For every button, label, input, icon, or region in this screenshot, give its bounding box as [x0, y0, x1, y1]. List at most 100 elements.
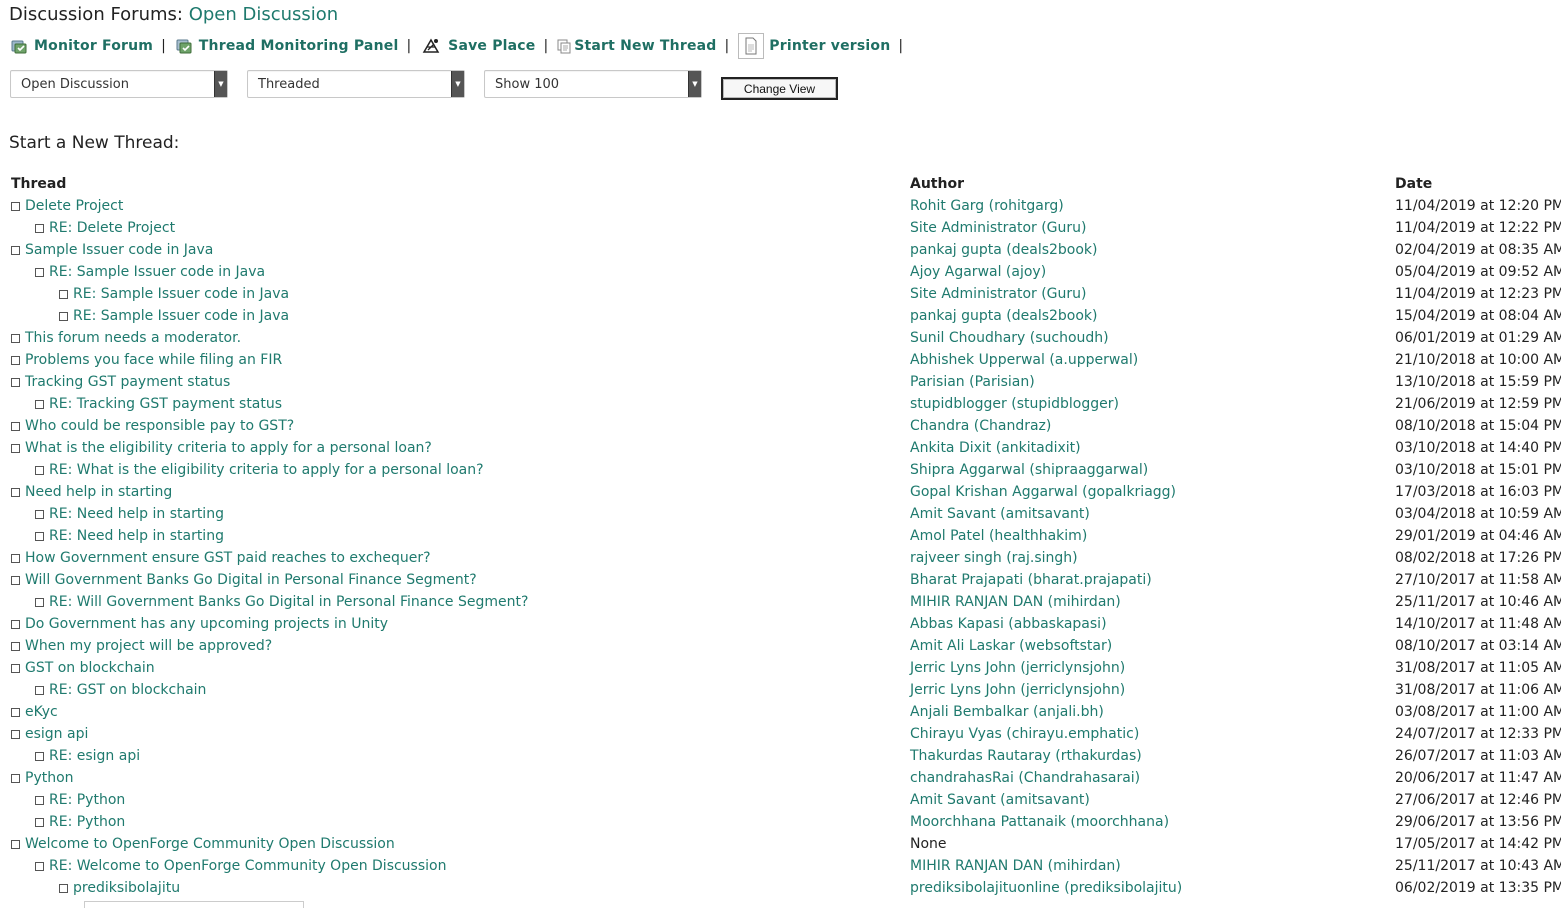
thread-toggle-checkbox[interactable] — [11, 334, 20, 343]
thread-title-link[interactable]: RE: Welcome to OpenForge Community Open … — [49, 858, 446, 874]
thread-title-link[interactable]: RE: Need help in starting — [49, 528, 224, 544]
thread-title-link[interactable]: RE: Python — [49, 814, 125, 830]
thread-toggle-checkbox[interactable] — [11, 730, 20, 739]
thread-toggle-checkbox[interactable] — [11, 774, 20, 783]
thread-toggle-checkbox[interactable] — [35, 466, 44, 475]
thread-title-link[interactable]: When my project will be approved? — [25, 638, 272, 654]
printer-version-link[interactable]: Printer version — [738, 33, 890, 59]
thread-toggle-checkbox[interactable] — [59, 312, 68, 321]
thread-title-link[interactable]: RE: esign api — [49, 748, 140, 764]
thread-toggle-checkbox[interactable] — [35, 532, 44, 541]
thread-toggle-checkbox[interactable] — [11, 708, 20, 717]
thread-title-link[interactable]: Do Government has any upcoming projects … — [25, 616, 388, 632]
thread-title-link[interactable]: This forum needs a moderator. — [25, 330, 241, 346]
thread-author[interactable]: Chirayu Vyas (chirayu.emphatic) — [910, 726, 1139, 742]
thread-toggle-checkbox[interactable] — [35, 224, 44, 233]
thread-author[interactable]: Gopal Krishan Aggarwal (gopalkriagg) — [910, 484, 1176, 500]
thread-title-link[interactable]: Who could be responsible pay to GST? — [25, 418, 294, 434]
thread-author[interactable]: prediksibolajituonline (prediksibolajitu… — [910, 880, 1182, 896]
thread-title-link[interactable]: Delete Project — [25, 198, 123, 214]
thread-toggle-checkbox[interactable] — [11, 840, 20, 849]
thread-title-link[interactable]: Tracking GST payment status — [25, 374, 230, 390]
thread-author[interactable]: Site Administrator (Guru) — [910, 220, 1087, 236]
thread-title-link[interactable]: RE: Tracking GST payment status — [49, 396, 282, 412]
thread-title-link[interactable]: RE: Sample Issuer code in Java — [49, 264, 265, 280]
thread-toggle-checkbox[interactable] — [11, 246, 20, 255]
thread-toggle-checkbox[interactable] — [35, 862, 44, 871]
thread-toggle-checkbox[interactable] — [11, 620, 20, 629]
thread-title-link[interactable]: RE: Sample Issuer code in Java — [73, 286, 289, 302]
thread-author[interactable]: Abhishek Upperwal (a.upperwal) — [910, 352, 1138, 368]
thread-toggle-checkbox[interactable] — [35, 510, 44, 519]
thread-title-link[interactable]: RE: Need help in starting — [49, 506, 224, 522]
thread-toggle-checkbox[interactable] — [35, 268, 44, 277]
thread-author[interactable]: Bharat Prajapati (bharat.prajapati) — [910, 572, 1152, 588]
thread-toggle-checkbox[interactable] — [35, 400, 44, 409]
thread-author[interactable]: chandrahasRai (Chandrahasarai) — [910, 770, 1140, 786]
thread-title-link[interactable]: eKyc — [25, 704, 58, 720]
thread-author[interactable]: Amol Patel (healthhakim) — [910, 528, 1087, 544]
thread-title-link[interactable]: RE: Delete Project — [49, 220, 175, 236]
page-size-select[interactable]: Show 100 ▼ — [484, 70, 702, 98]
thread-toggle-checkbox[interactable] — [35, 752, 44, 761]
thread-title-link[interactable]: Problems you face while filing an FIR — [25, 352, 282, 368]
thread-author[interactable]: Amit Savant (amitsavant) — [910, 506, 1090, 522]
thread-title-link[interactable]: What is the eligibility criteria to appl… — [25, 440, 432, 456]
thread-title-link[interactable]: Python — [25, 770, 74, 786]
thread-author[interactable]: Jerric Lyns John (jerriclynsjohn) — [910, 660, 1125, 676]
thread-author[interactable]: Ankita Dixit (ankitadixit) — [910, 440, 1081, 456]
thread-toggle-checkbox[interactable] — [11, 664, 20, 673]
thread-title-link[interactable]: Need help in starting — [25, 484, 172, 500]
thread-toggle-checkbox[interactable] — [59, 884, 68, 893]
thread-author[interactable]: Shipra Aggarwal (shipraaggarwal) — [910, 462, 1148, 478]
thread-author[interactable]: pankaj gupta (deals2book) — [910, 308, 1098, 324]
thread-author[interactable]: Sunil Choudhary (suchoudh) — [910, 330, 1109, 346]
thread-author[interactable]: Thakurdas Rautaray (rthakurdas) — [910, 748, 1142, 764]
forum-select[interactable]: Open Discussion ▼ — [10, 70, 228, 98]
thread-title-link[interactable]: RE: Sample Issuer code in Java — [73, 308, 289, 324]
monitor-forum-link[interactable]: Monitor Forum — [10, 37, 153, 55]
save-place-link[interactable]: Save Place — [420, 37, 535, 55]
thread-author[interactable]: Chandra (Chandraz) — [910, 418, 1051, 434]
thread-title-link[interactable]: esign api — [25, 726, 88, 742]
thread-toggle-checkbox[interactable] — [11, 202, 20, 211]
thread-author[interactable]: Rohit Garg (rohitgarg) — [910, 198, 1064, 214]
thread-author[interactable]: Site Administrator (Guru) — [910, 286, 1087, 302]
thread-toggle-checkbox[interactable] — [11, 378, 20, 387]
thread-toggle-checkbox[interactable] — [11, 356, 20, 365]
thread-title-link[interactable]: GST on blockchain — [25, 660, 155, 676]
thread-title-link[interactable]: RE: What is the eligibility criteria to … — [49, 462, 484, 478]
thread-author[interactable]: Parisian (Parisian) — [910, 374, 1035, 390]
thread-toggle-checkbox[interactable] — [11, 422, 20, 431]
thread-author[interactable]: Abbas Kapasi (abbaskapasi) — [910, 616, 1107, 632]
view-mode-select[interactable]: Threaded ▼ — [247, 70, 465, 98]
thread-title-link[interactable]: How Government ensure GST paid reaches t… — [25, 550, 431, 566]
thread-author[interactable]: Amit Savant (amitsavant) — [910, 792, 1090, 808]
thread-title-link[interactable]: Sample Issuer code in Java — [25, 242, 213, 258]
thread-monitoring-panel-link[interactable]: Thread Monitoring Panel — [175, 37, 399, 55]
thread-title-link[interactable]: RE: Will Government Banks Go Digital in … — [49, 594, 528, 610]
thread-toggle-checkbox[interactable] — [35, 598, 44, 607]
start-new-thread-link[interactable]: Start New Thread — [557, 37, 716, 55]
thread-toggle-checkbox[interactable] — [11, 576, 20, 585]
thread-author[interactable]: MIHIR RANJAN DAN (mihirdan) — [910, 858, 1121, 874]
thread-author[interactable]: pankaj gupta (deals2book) — [910, 242, 1098, 258]
thread-toggle-checkbox[interactable] — [11, 444, 20, 453]
thread-author[interactable]: stupidblogger (stupidblogger) — [910, 396, 1119, 412]
thread-author[interactable]: Anjali Bembalkar (anjali.bh) — [910, 704, 1104, 720]
thread-author[interactable]: Amit Ali Laskar (websoftstar) — [910, 638, 1112, 654]
thread-title-link[interactable]: prediksibolajitu — [73, 880, 180, 896]
thread-author[interactable]: Moorchhana Pattanaik (moorchhana) — [910, 814, 1169, 830]
thread-toggle-checkbox[interactable] — [11, 642, 20, 651]
thread-toggle-checkbox[interactable] — [35, 686, 44, 695]
thread-toggle-checkbox[interactable] — [59, 290, 68, 299]
thread-title-link[interactable]: Will Government Banks Go Digital in Pers… — [25, 572, 477, 588]
thread-author[interactable]: Ajoy Agarwal (ajoy) — [910, 264, 1046, 280]
thread-author[interactable]: Jerric Lyns John (jerriclynsjohn) — [910, 682, 1125, 698]
thread-author[interactable]: rajveer singh (raj.singh) — [910, 550, 1078, 566]
thread-title-link[interactable]: RE: GST on blockchain — [49, 682, 206, 698]
thread-toggle-checkbox[interactable] — [11, 488, 20, 497]
thread-author[interactable]: MIHIR RANJAN DAN (mihirdan) — [910, 594, 1121, 610]
thread-toggle-checkbox[interactable] — [11, 554, 20, 563]
change-view-button[interactable]: Change View — [721, 77, 838, 100]
